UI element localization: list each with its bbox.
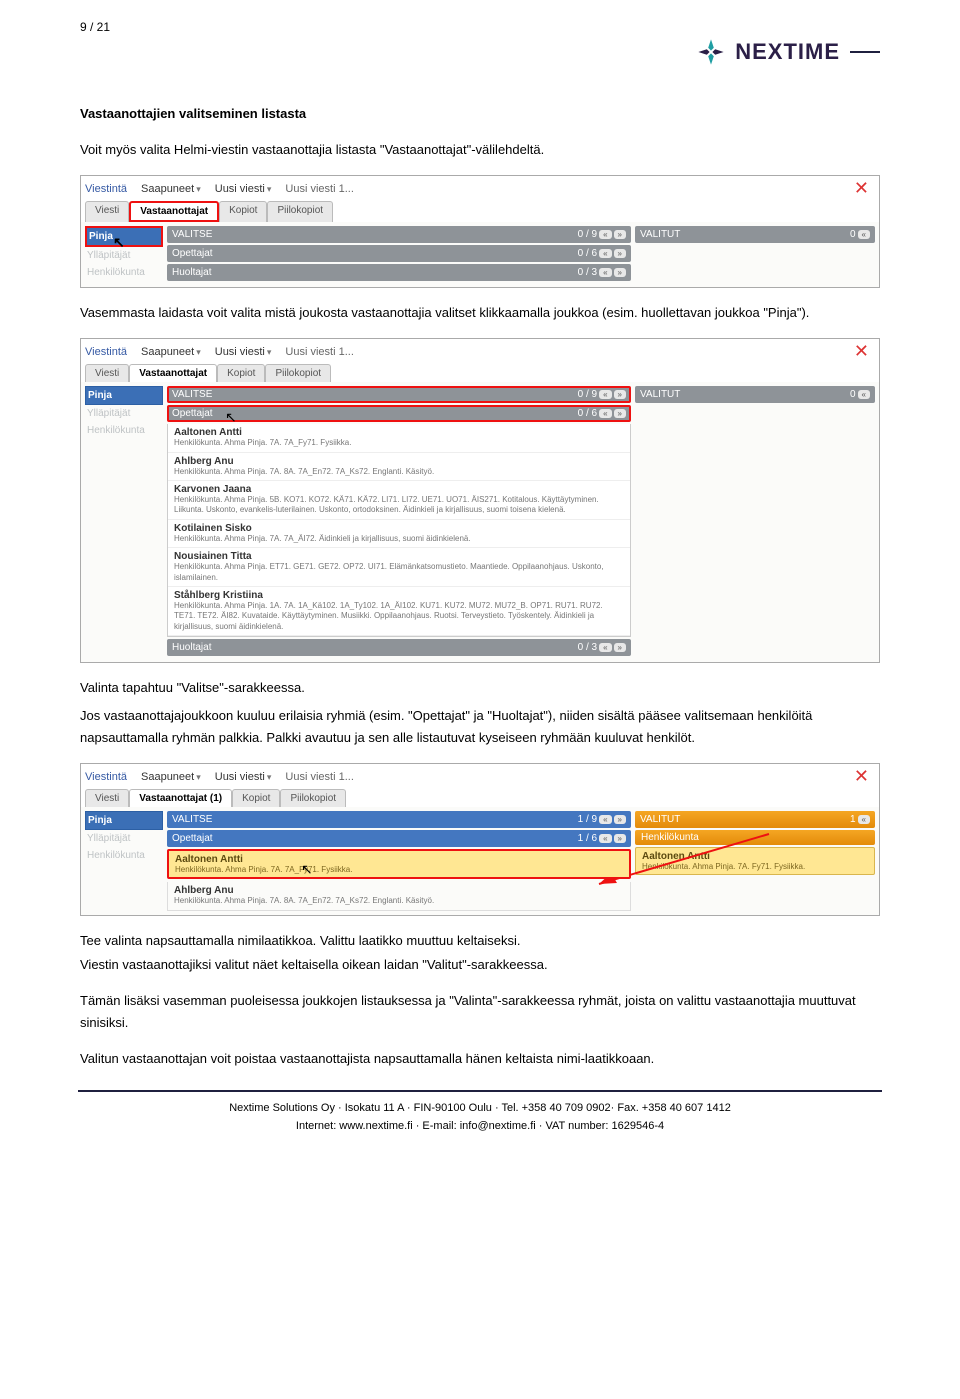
intro-text: Voit myös valita Helmi-viestin vastaanot… <box>80 139 880 161</box>
sidebar-henkilokunta[interactable]: Henkilökunta <box>85 847 163 864</box>
tab-kopiot[interactable]: Kopiot <box>217 364 265 382</box>
cursor-icon: ↖ <box>113 234 125 251</box>
para5: Tämän lisäksi vasemman puoleisessa joukk… <box>80 990 880 1034</box>
valitut-person[interactable]: Aaltonen Antti Henkilökunta. Ahma Pinja.… <box>635 847 875 875</box>
footer-line2: Internet: www.nextime.fi · E-mail: info@… <box>80 1118 880 1136</box>
cursor-icon: ↖ <box>301 861 313 878</box>
opettajat-bar[interactable]: Opettajat0 / 6«» <box>167 245 631 262</box>
teacher-list: Aaltonen AnttiHenkilökunta. Ahma Pinja. … <box>167 424 631 637</box>
para3a: Valinta tapahtuu "Valitse"-sarakkeessa. <box>80 677 880 699</box>
nav-viestinta[interactable]: Viestintä <box>85 346 127 358</box>
tab-kopiot[interactable]: Kopiot <box>232 789 280 807</box>
close-icon[interactable]: ✕ <box>854 341 875 362</box>
nav-uusi-viesti-1[interactable]: Uusi viesti 1... <box>285 183 353 195</box>
side-categories: Pinja ↖ Ylläpitäjät Henkilökunta <box>85 226 163 283</box>
tab-piilokopiot[interactable]: Piilokopiot <box>267 201 333 222</box>
selected-teacher[interactable]: Aaltonen Antti Henkilökunta. Ahma Pinja.… <box>167 849 631 879</box>
nav-uusi-viesti[interactable]: Uusi viesti▾ <box>215 183 272 195</box>
tab-vastaanottajat[interactable]: Vastaanottajat <box>129 201 219 222</box>
side-categories: Pinja Ylläpitäjät Henkilökunta <box>85 811 163 910</box>
valitse-bar: VALITSE0 / 9«» <box>167 226 631 243</box>
screenshot-3: Viestintä Saapuneet▾ Uusi viesti▾ Uusi v… <box>80 763 880 915</box>
page-number: 9 / 21 <box>80 20 880 34</box>
nextime-logo-icon <box>697 38 725 66</box>
para2: Vasemmasta laidasta voit valita mistä jo… <box>80 302 880 324</box>
nav-uusi-viesti[interactable]: Uusi viesti▾ <box>215 346 272 358</box>
huoltajat-bar[interactable]: Huoltajat0 / 3«» <box>167 264 631 281</box>
nav-viestinta[interactable]: Viestintä <box>85 183 127 195</box>
decor-dash <box>850 51 880 53</box>
header-logo-row: NEXTIME <box>80 38 880 66</box>
nav-viestinta[interactable]: Viestintä <box>85 771 127 783</box>
footer: Nextime Solutions Oy · Isokatu 11 A · FI… <box>80 1100 880 1135</box>
para4b: Viestin vastaanottajiksi valitut näet ke… <box>80 954 880 976</box>
tab-piilokopiot[interactable]: Piilokopiot <box>265 364 331 382</box>
teacher-row[interactable]: Kotilainen SiskoHenkilökunta. Ahma Pinja… <box>168 520 630 548</box>
sidebar-pinja[interactable]: Pinja <box>85 386 163 405</box>
sidebar-henkilokunta[interactable]: Henkilökunta <box>85 422 163 439</box>
close-icon[interactable]: ✕ <box>854 178 875 199</box>
tab-viesti[interactable]: Viesti <box>85 201 129 222</box>
tab-viesti[interactable]: Viesti <box>85 364 129 382</box>
valitut-bar: VALITUT0« <box>635 386 875 403</box>
tab-piilokopiot[interactable]: Piilokopiot <box>280 789 346 807</box>
nav-saapuneet[interactable]: Saapuneet▾ <box>141 346 201 358</box>
screenshot-2: Viestintä Saapuneet▾ Uusi viesti▾ Uusi v… <box>80 338 880 663</box>
nav-saapuneet[interactable]: Saapuneet▾ <box>141 771 201 783</box>
opettajat-bar[interactable]: Opettajat1 / 6«» <box>167 830 631 847</box>
nav-uusi-viesti-1[interactable]: Uusi viesti 1... <box>285 771 353 783</box>
screenshot-1: Viestintä Saapuneet▾ Uusi viesti▾ Uusi v… <box>80 175 880 288</box>
sidebar-yllapitajat[interactable]: Ylläpitäjät <box>85 830 163 847</box>
footer-line1: Nextime Solutions Oy · Isokatu 11 A · FI… <box>80 1100 880 1118</box>
footer-divider <box>78 1090 882 1092</box>
tab-vastaanottajat[interactable]: Vastaanottajat (1) <box>129 789 232 807</box>
cursor-icon: ↖ <box>225 409 237 426</box>
sidebar-yllapitajat[interactable]: Ylläpitäjät <box>85 405 163 422</box>
valitut-bar: VALITUT0« <box>635 226 875 243</box>
teacher-row[interactable]: Karvonen JaanaHenkilökunta. Ahma Pinja. … <box>168 481 630 520</box>
side-categories: Pinja Ylläpitäjät Henkilökunta <box>85 386 163 658</box>
teacher-row[interactable]: Nousiainen TittaHenkilökunta. Ahma Pinja… <box>168 548 630 587</box>
teacher-row[interactable]: Ahlberg AnuHenkilökunta. Ahma Pinja. 7A.… <box>168 453 630 481</box>
para4a: Tee valinta napsauttamalla nimilaatikkoa… <box>80 930 880 952</box>
valitse-bar: VALITSE0 / 9«» <box>167 386 631 403</box>
nav-uusi-viesti[interactable]: Uusi viesti▾ <box>215 771 272 783</box>
opettajat-bar[interactable]: Opettajat ↖ 0 / 6«» <box>167 405 631 422</box>
tab-vastaanottajat[interactable]: Vastaanottajat <box>129 364 217 382</box>
close-icon[interactable]: ✕ <box>854 766 875 787</box>
sidebar-henkilokunta[interactable]: Henkilökunta <box>85 264 163 281</box>
teacher-row[interactable]: Ståhlberg KristiinaHenkilökunta. Ahma Pi… <box>168 587 630 636</box>
brand-text: NEXTIME <box>735 39 840 65</box>
nav-saapuneet[interactable]: Saapuneet▾ <box>141 183 201 195</box>
valitut-bar: VALITUT1« <box>635 811 875 828</box>
sidebar-pinja[interactable]: Pinja <box>85 811 163 830</box>
para6: Valitun vastaanottajan voit poistaa vast… <box>80 1048 880 1070</box>
valitse-bar: VALITSE1 / 9«» <box>167 811 631 828</box>
teacher-row[interactable]: Ahlberg Anu Henkilökunta. Ahma Pinja. 7A… <box>167 882 631 910</box>
sidebar-pinja[interactable]: Pinja ↖ <box>85 226 163 247</box>
nav-uusi-viesti-1[interactable]: Uusi viesti 1... <box>285 346 353 358</box>
huoltajat-bar[interactable]: Huoltajat0 / 3«» <box>167 639 631 656</box>
valitut-group[interactable]: Henkilökunta <box>635 830 875 845</box>
para3b: Jos vastaanottajajoukkoon kuuluu erilais… <box>80 705 880 749</box>
teacher-row[interactable]: Aaltonen AnttiHenkilökunta. Ahma Pinja. … <box>168 424 630 452</box>
tab-kopiot[interactable]: Kopiot <box>219 201 267 222</box>
tab-viesti[interactable]: Viesti <box>85 789 129 807</box>
section-heading: Vastaanottajien valitseminen listasta <box>80 106 880 121</box>
